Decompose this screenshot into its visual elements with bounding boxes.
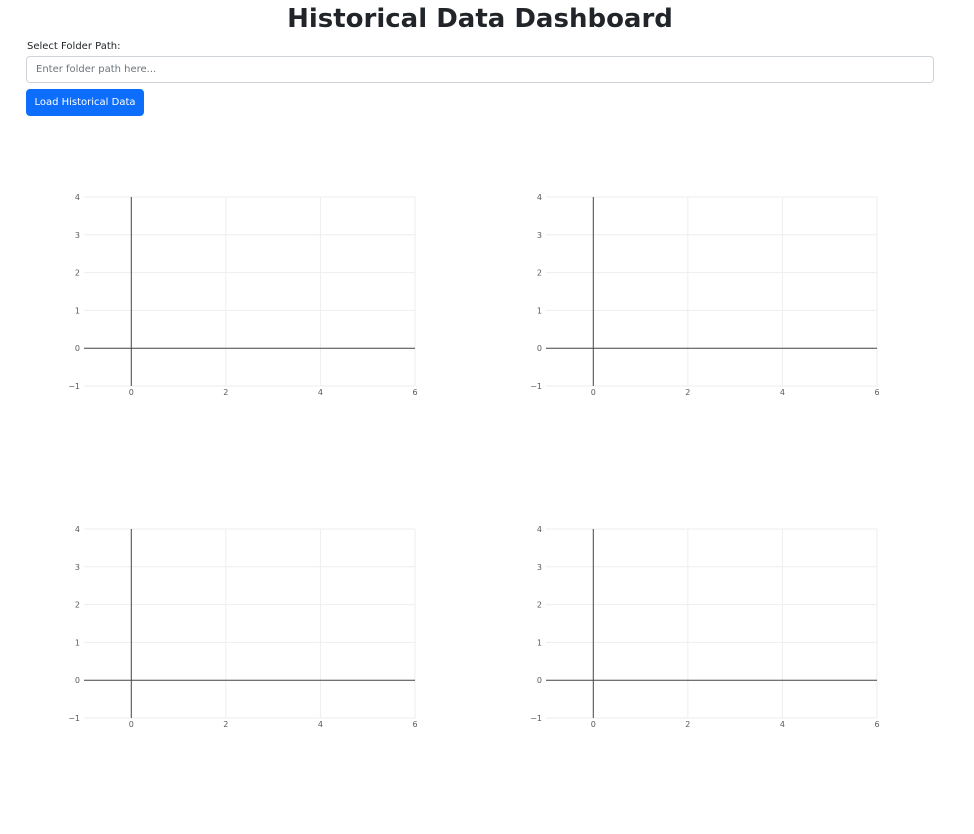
x-tick-label: 6: [412, 388, 417, 397]
y-tick-label: 0: [75, 344, 80, 353]
y-tick-label: 2: [537, 269, 542, 278]
folder-path-input[interactable]: [26, 56, 934, 83]
folder-path-label: Select Folder Path:: [27, 41, 121, 52]
chart-1[interactable]: 0 2 4 6 −1 0 1 2 3 4: [60, 190, 460, 410]
x-tick-label: 2: [223, 720, 228, 729]
x-tick-label: 6: [874, 720, 879, 729]
x-tick-label: 6: [874, 388, 879, 397]
y-tick-label: 3: [75, 231, 80, 240]
x-tick-label: 2: [685, 388, 690, 397]
y-tick-label: −1: [68, 382, 80, 391]
chart-plot-area: 0 2 4 6 −1 0 1 2 3 4: [530, 525, 879, 729]
chart-4[interactable]: 0 2 4 6 −1 0 1 2 3 4: [522, 522, 922, 742]
y-tick-label: 2: [75, 601, 80, 610]
y-tick-label: 1: [75, 306, 80, 315]
dashboard-page: Historical Data Dashboard Select Folder …: [0, 0, 974, 834]
y-tick-label: 4: [537, 525, 542, 534]
page-title: Historical Data Dashboard: [287, 4, 673, 34]
y-tick-label: 4: [537, 193, 542, 202]
y-tick-label: 3: [537, 563, 542, 572]
x-tick-label: 0: [591, 388, 596, 397]
y-tick-label: 0: [75, 676, 80, 685]
y-tick-label: 0: [537, 676, 542, 685]
x-tick-label: 4: [780, 388, 785, 397]
y-tick-label: 1: [537, 638, 542, 647]
y-tick-label: 0: [537, 344, 542, 353]
x-tick-label: 0: [129, 388, 134, 397]
chart-plot-area: 0 2 4 6 −1 0 1 2 3 4: [68, 193, 417, 397]
x-tick-label: 6: [412, 720, 417, 729]
y-tick-label: 4: [75, 193, 80, 202]
x-tick-label: 0: [591, 720, 596, 729]
load-historical-data-button[interactable]: Load Historical Data: [26, 89, 144, 116]
chart-plot-area: 0 2 4 6 −1 0 1 2 3 4: [530, 193, 879, 397]
y-tick-label: 2: [75, 269, 80, 278]
x-tick-label: 2: [685, 720, 690, 729]
chart-3[interactable]: 0 2 4 6 −1 0 1 2 3 4: [60, 522, 460, 742]
y-tick-label: 4: [75, 525, 80, 534]
chart-2[interactable]: 0 2 4 6 −1 0 1 2 3 4: [522, 190, 922, 410]
y-tick-label: −1: [530, 714, 542, 723]
chart-plot-area: 0 2 4 6 −1 0 1 2 3 4: [68, 525, 417, 729]
y-tick-label: −1: [530, 382, 542, 391]
x-tick-label: 4: [318, 388, 323, 397]
x-tick-label: 0: [129, 720, 134, 729]
x-tick-label: 4: [318, 720, 323, 729]
y-tick-label: 2: [537, 601, 542, 610]
x-tick-label: 2: [223, 388, 228, 397]
y-tick-label: −1: [68, 714, 80, 723]
y-tick-label: 3: [75, 563, 80, 572]
y-tick-label: 1: [537, 306, 542, 315]
y-tick-label: 1: [75, 638, 80, 647]
y-tick-label: 3: [537, 231, 542, 240]
x-tick-label: 4: [780, 720, 785, 729]
